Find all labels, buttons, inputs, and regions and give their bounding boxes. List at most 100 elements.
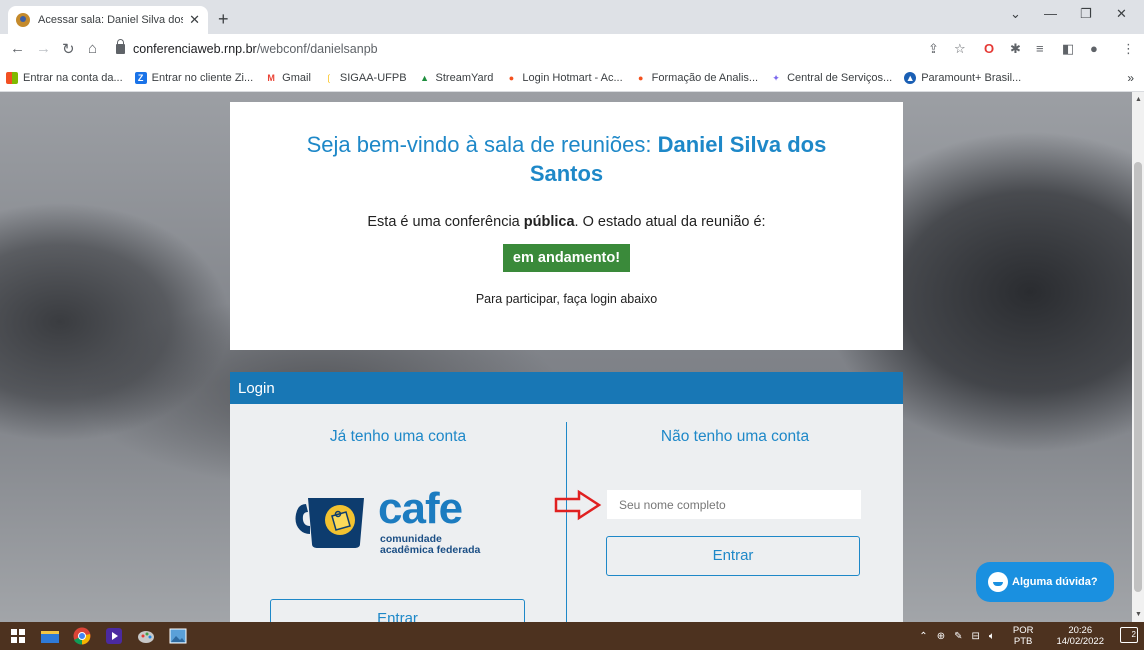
taskbar-media[interactable] <box>100 622 128 650</box>
paint-icon <box>138 631 154 643</box>
maximize-icon[interactable]: ❐ <box>1080 6 1092 22</box>
bookmark-label: SIGAA-UFPB <box>339 71 407 84</box>
gmail-icon: M <box>265 71 278 84</box>
url-host: conferenciaweb.rnp.br <box>133 42 257 56</box>
meet-now-icon[interactable]: ⊕ <box>937 631 945 642</box>
streamyard-icon: ▲ <box>418 71 431 84</box>
full-name-input[interactable] <box>607 490 861 519</box>
page-viewport: Seja bem-vindo à sala de reuniões: Danie… <box>0 92 1132 622</box>
menu-icon[interactable]: ⋮ <box>1122 41 1135 57</box>
conf-type: pública <box>523 214 575 230</box>
scrollbar-thumb[interactable] <box>1134 162 1142 592</box>
bookmark-item[interactable]: ● Formação de Analis... <box>634 71 759 84</box>
back-icon[interactable]: ← <box>10 40 25 57</box>
extensions-icon[interactable]: ✱ <box>1010 41 1021 57</box>
windows-taskbar: ⌃ ⊕ ✎ ⊟ 🔈︎ POR PTB 20:26 14/02/2022 2 <box>0 622 1144 650</box>
site-favicon-icon <box>16 13 30 27</box>
new-tab-icon[interactable]: + <box>218 9 229 30</box>
address-bar[interactable]: conferenciaweb.rnp.br/webconf/danielsanp… <box>116 37 946 61</box>
bookmark-label: Entrar no cliente Zi... <box>151 71 254 84</box>
system-tray: ⌃ ⊕ ✎ ⊟ 🔈︎ POR PTB 20:26 14/02/2022 <box>910 625 1104 647</box>
bookmark-label: Central de Serviços... <box>787 71 893 84</box>
cafe-subtitle-line-2: acadêmica federada <box>380 544 481 556</box>
tab-active[interactable]: Acessar sala: Daniel Silva dos Sar ✕ <box>8 6 208 34</box>
paramount-icon: ▲ <box>904 71 917 84</box>
volume-icon[interactable]: 🔈︎ <box>989 631 995 642</box>
taskbar-photos[interactable] <box>164 622 192 650</box>
cafe-mug-icon <box>295 498 364 548</box>
login-hint: Para participar, faça login abaixo <box>475 292 658 306</box>
cafe-wordmark: cafe <box>378 484 463 533</box>
bookmark-item[interactable]: Z Entrar no cliente Zi... <box>134 71 254 84</box>
browser-toolbar: ← → ↻ ⌂ conferenciaweb.rnp.br/webconf/da… <box>0 34 1144 64</box>
welcome-title-prefix: Seja bem-vindo à sala de reuniões: <box>306 132 658 157</box>
tray-expand-icon[interactable]: ⌃ <box>919 631 927 642</box>
windows-logo-icon <box>11 629 25 643</box>
clock-time: 20:26 <box>1068 625 1093 636</box>
language-code: POR <box>1012 625 1034 636</box>
opera-extension-icon[interactable]: O <box>984 41 994 56</box>
status-badge: em andamento! <box>502 244 631 272</box>
bookmark-label: Entrar na conta da... <box>23 71 123 84</box>
taskbar-paint[interactable] <box>132 622 160 650</box>
column-divider <box>566 422 567 622</box>
bookmarks-more-icon[interactable]: » <box>1127 71 1134 85</box>
url-path: /webconf/danielsanpb <box>256 42 378 56</box>
bookmark-label: Formação de Analis... <box>651 71 759 84</box>
profile-icon[interactable]: ● <box>1090 41 1098 56</box>
clock[interactable]: 20:26 14/02/2022 <box>1047 625 1104 647</box>
services-icon: ✦ <box>770 71 783 84</box>
file-explorer-icon <box>41 631 59 643</box>
login-header: Login <box>230 372 903 404</box>
taskbar-explorer[interactable] <box>36 622 64 650</box>
input-language[interactable]: POR PTB <box>1004 625 1034 647</box>
scroll-down-icon[interactable]: ▼ <box>1135 611 1142 618</box>
bookmark-item[interactable]: ❲ SIGAA-UFPB <box>322 71 407 84</box>
enter-cafe-button[interactable]: Entrar <box>270 599 525 622</box>
sigaa-icon: ❲ <box>322 71 335 84</box>
bookmark-item[interactable]: ▲ StreamYard <box>418 71 493 84</box>
bookmark-label: Gmail <box>282 71 311 84</box>
smile-chat-icon <box>988 572 1008 592</box>
scroll-up-icon[interactable]: ▲ <box>1135 96 1142 103</box>
bookmark-item[interactable]: ▲ Paramount+ Brasil... <box>904 71 1021 84</box>
forward-icon[interactable]: → <box>36 40 51 57</box>
bookmark-label: Login Hotmart - Ac... <box>522 71 623 84</box>
minimize-icon[interactable]: — <box>1044 6 1057 21</box>
tab-title: Acessar sala: Daniel Silva dos Sar <box>38 14 183 26</box>
microsoft-icon <box>6 71 18 84</box>
bookmark-item[interactable]: Entrar na conta da... <box>6 71 123 84</box>
home-icon[interactable]: ⌂ <box>88 40 97 57</box>
close-window-icon[interactable]: ✕ <box>1116 6 1127 22</box>
side-panel-icon[interactable]: ◧ <box>1062 41 1074 57</box>
enter-guest-button[interactable]: Entrar <box>606 536 860 576</box>
conference-status-text: Esta é uma conferência pública. O estado… <box>230 214 903 230</box>
taskbar-chrome[interactable] <box>68 622 96 650</box>
clock-date: 14/02/2022 <box>1056 636 1104 647</box>
keyboard-layout: PTB <box>1013 636 1033 647</box>
cafe-logo[interactable]: cafe comunidade acadêmica federada <box>288 484 488 560</box>
bookmarks-bar: Entrar na conta da... Z Entrar no client… <box>0 64 1144 92</box>
bookmark-item[interactable]: ✦ Central de Serviços... <box>770 71 893 84</box>
red-arrow-annotation-icon <box>554 489 602 521</box>
bookmark-item[interactable]: ● Login Hotmart - Ac... <box>505 71 623 84</box>
cafe-subtitle: comunidade acadêmica federada <box>380 534 480 556</box>
media-player-icon <box>106 628 122 644</box>
photos-icon <box>169 628 187 644</box>
bookmark-star-icon[interactable]: ☆ <box>954 41 966 57</box>
lock-icon[interactable] <box>116 39 125 54</box>
bookmark-item[interactable]: M Gmail <box>265 71 311 84</box>
pen-icon[interactable]: ✎ <box>954 631 962 642</box>
help-chat-button[interactable]: Alguma dúvida? <box>976 562 1114 602</box>
network-icon[interactable]: ⊟ <box>971 631 979 642</box>
share-icon[interactable]: ⇪ <box>928 41 939 57</box>
start-button[interactable] <box>4 622 32 650</box>
page-scrollbar[interactable]: ▲ ▼ <box>1132 92 1144 622</box>
existing-account-title: Já tenho uma conta <box>329 428 467 445</box>
welcome-title: Seja bem-vindo à sala de reuniões: Danie… <box>230 130 903 188</box>
notification-center-icon[interactable]: 2 <box>1120 627 1138 643</box>
reading-list-icon[interactable]: ≡ <box>1036 41 1044 56</box>
tab-close-icon[interactable]: ✕ <box>189 12 200 28</box>
reload-icon[interactable]: ↻ <box>62 40 75 58</box>
tab-search-icon[interactable]: ⌄ <box>1010 6 1021 22</box>
